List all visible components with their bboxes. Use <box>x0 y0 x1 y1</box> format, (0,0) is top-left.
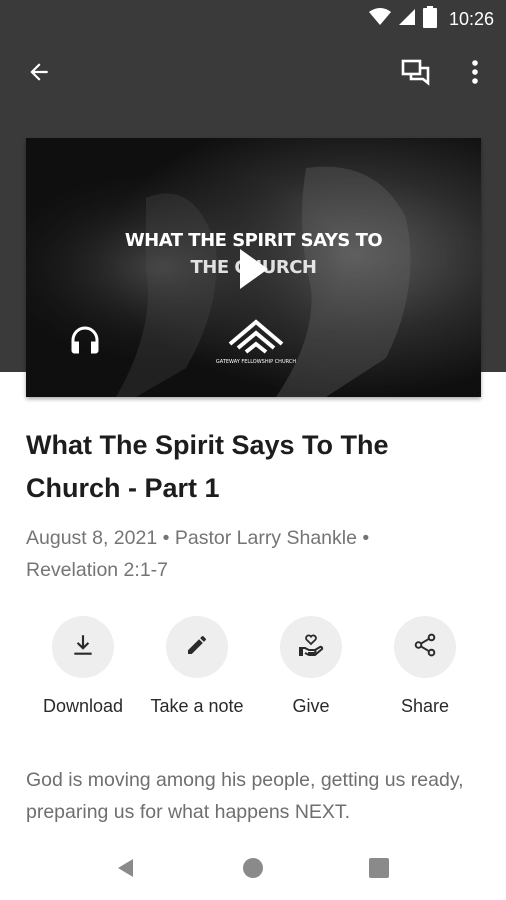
square-recents-icon <box>368 857 390 884</box>
wifi-icon <box>368 8 391 31</box>
give-circle[interactable] <box>280 616 342 678</box>
give-button[interactable]: Give <box>253 616 369 717</box>
meta-separator: • <box>362 527 370 549</box>
download-button[interactable]: Download <box>25 616 141 717</box>
pencil-icon <box>185 633 209 662</box>
action-row: Download Take a note Give Share <box>0 616 506 726</box>
play-icon <box>206 249 296 311</box>
play-button[interactable] <box>206 231 296 307</box>
download-circle[interactable] <box>52 616 114 678</box>
sermon-meta: August 8, 2021 • Pastor Larry Shankle • … <box>26 522 466 586</box>
nav-home-button[interactable] <box>233 852 273 888</box>
share-icon <box>412 632 438 663</box>
nav-back-button[interactable] <box>106 852 146 888</box>
take-note-circle[interactable] <box>166 616 228 678</box>
church-logo: GATEWAY FELLOWSHIP CHURCH <box>216 314 296 374</box>
more-options-button[interactable] <box>456 52 494 96</box>
more-vert-icon <box>471 59 479 90</box>
back-button[interactable] <box>14 52 64 96</box>
arrow-left-icon <box>26 59 52 90</box>
take-note-button[interactable]: Take a note <box>139 616 255 717</box>
chat-bubbles-icon <box>401 58 431 91</box>
sermon-media-player[interactable]: WHAT THE SPIRIT SAYS TO THE CHURCH GATEW… <box>26 138 481 397</box>
audio-only-button[interactable] <box>66 322 104 358</box>
app-bar <box>0 46 506 102</box>
sermon-speaker: Pastor Larry Shankle <box>174 527 357 549</box>
status-bar: 10:26 <box>0 0 506 36</box>
sermon-description: God is moving among his people, getting … <box>26 769 464 823</box>
share-button[interactable]: Share <box>367 616 483 717</box>
system-navigation-bar <box>0 840 506 900</box>
download-icon <box>70 632 96 663</box>
meta-separator: • <box>162 527 170 549</box>
share-label: Share <box>400 696 450 716</box>
sermon-passage: Revelation 2:1-7 <box>26 559 169 581</box>
status-time: 10:26 <box>448 9 494 29</box>
nav-recents-button[interactable] <box>359 852 399 888</box>
circle-home-icon <box>242 857 264 884</box>
cell-signal-icon <box>398 8 415 31</box>
give-label: Give <box>292 696 330 716</box>
take-note-label: Take a note <box>150 696 244 716</box>
discussion-button[interactable] <box>392 52 440 96</box>
share-circle[interactable] <box>394 616 456 678</box>
battery-icon <box>422 6 437 33</box>
download-label: Download <box>42 696 124 716</box>
sermon-date: August 8, 2021 <box>26 527 158 549</box>
sermon-title: What The Spirit Says To The Church - Par… <box>26 430 389 503</box>
svg-text:GATEWAY FELLOWSHIP CHURCH: GATEWAY FELLOWSHIP CHURCH <box>216 359 296 365</box>
triangle-back-icon <box>115 857 137 884</box>
headphones-icon <box>66 326 104 362</box>
give-hand-heart-icon <box>297 631 325 664</box>
